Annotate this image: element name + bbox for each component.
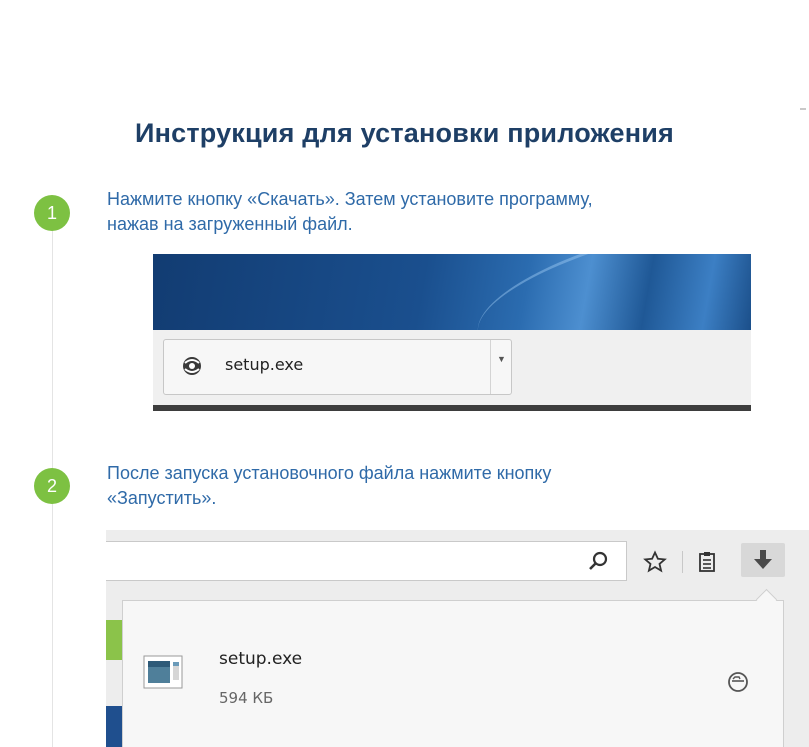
- step-2-text-line-1: После запуска установочного файла нажмит…: [107, 463, 552, 483]
- step-2-screenshot: setup.exe 594 КБ: [106, 530, 809, 747]
- step-2-badge: 2: [34, 468, 70, 504]
- open-folder-icon[interactable]: [727, 671, 749, 693]
- step-2-text-line-2: «Запустить».: [107, 488, 217, 508]
- clipboard-icon[interactable]: [695, 550, 719, 574]
- edge-mark: [800, 108, 806, 110]
- step-2-text: После запуска установочного файла нажмит…: [107, 461, 551, 511]
- download-file-name: setup.exe: [225, 355, 304, 374]
- downloaded-file-name[interactable]: setup.exe: [219, 649, 302, 669]
- chevron-down-icon[interactable]: ▼: [497, 354, 506, 364]
- address-bar[interactable]: [106, 541, 627, 581]
- step-1-screenshot: setup.exe ▼: [153, 254, 751, 411]
- download-arrow-icon: [754, 550, 772, 569]
- step-1-text-line-1: Нажмите кнопку «Скачать». Затем установи…: [107, 189, 593, 209]
- installer-file-icon: [143, 655, 183, 689]
- search-icon[interactable]: [587, 550, 609, 572]
- download-item-chip[interactable]: setup.exe ▼: [163, 339, 512, 395]
- downloaded-file-size: 594 КБ: [219, 689, 274, 707]
- step-1-text-line-2: нажав на загруженный файл.: [107, 214, 353, 234]
- downloads-button[interactable]: [741, 543, 785, 577]
- page-title: Инструкция для установки приложения: [134, 118, 675, 148]
- download-file-icon: [183, 357, 201, 375]
- star-icon[interactable]: [643, 550, 667, 574]
- step-1-badge: 1: [34, 195, 70, 231]
- downloads-panel: setup.exe 594 КБ: [122, 588, 784, 747]
- step-1-text: Нажмите кнопку «Скачать». Затем установи…: [107, 187, 593, 237]
- window-header-background: [153, 254, 751, 389]
